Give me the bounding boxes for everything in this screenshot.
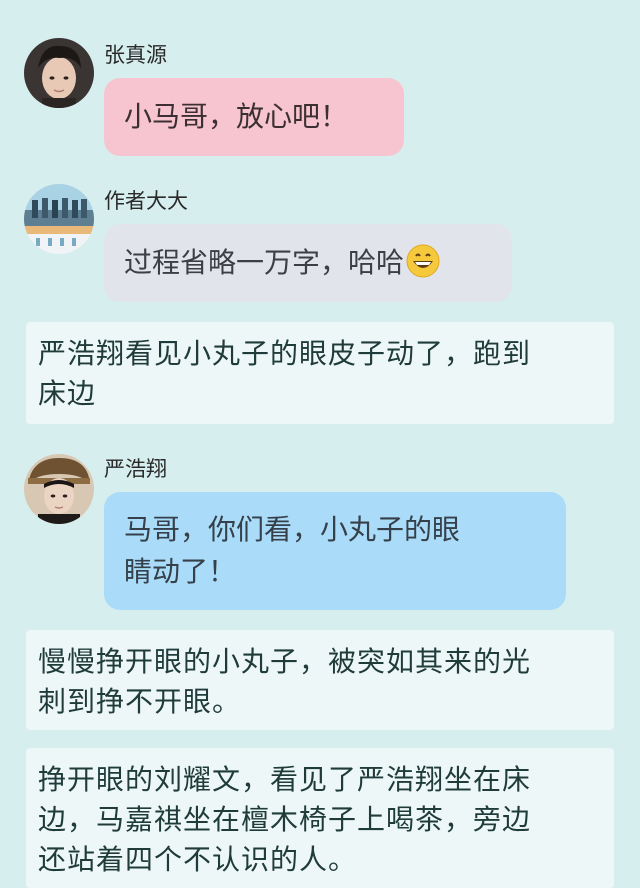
message-text: 过程省略一万字，哈哈 — [124, 246, 405, 279]
avatar-yan[interactable] — [24, 454, 94, 524]
message-text-line: 睛动了！ — [124, 555, 237, 588]
narration-box-2: 慢慢挣开眼的小丸子，被突如其来的光 刺到挣不开眼。 — [26, 630, 614, 730]
narration-line: 边，马嘉祺坐在檀木椅子上喝茶，旁边 — [38, 803, 532, 836]
narration-line: 床边 — [38, 377, 97, 410]
person-portrait-icon — [24, 454, 94, 524]
narration-line: 挣开眼的刘耀文，看见了严浩翔坐在床 — [38, 763, 532, 796]
message-text: 小马哥，放心吧！ — [124, 100, 349, 133]
narration-line: 严浩翔看见小丸子的眼皮子动了，跑到 — [38, 337, 532, 370]
grinning-face-icon — [406, 244, 440, 278]
message-text-line: 马哥，你们看，小丸子的眼 — [124, 513, 461, 546]
avatar-author[interactable] — [24, 184, 94, 254]
narration-line: 还站着四个不认识的人。 — [38, 843, 358, 876]
message-bubble[interactable]: 过程省略一万字，哈哈 — [104, 224, 512, 302]
sender-name: 作者大大 — [104, 189, 188, 213]
chat-story-page: 张真源 小马哥，放心吧！ 作者大大 过程省略一万字，哈哈 严浩翔看见小丸子的眼皮… — [0, 0, 640, 888]
person-portrait-icon — [24, 38, 94, 108]
narration-box-3: 挣开眼的刘耀文，看见了严浩翔坐在床 边，马嘉祺坐在檀木椅子上喝茶，旁边 还站着四… — [26, 748, 614, 888]
sender-name: 严浩翔 — [104, 457, 167, 481]
narration-box-1: 严浩翔看见小丸子的眼皮子动了，跑到 床边 — [26, 322, 614, 424]
narration-line: 刺到挣不开眼。 — [38, 685, 242, 718]
message-bubble[interactable]: 小马哥，放心吧！ — [104, 78, 404, 156]
avatar-zhang[interactable] — [24, 38, 94, 108]
group-photo-icon — [24, 184, 94, 254]
message-bubble[interactable]: 马哥，你们看，小丸子的眼 睛动了！ — [104, 492, 566, 610]
sender-name: 张真源 — [104, 43, 167, 67]
narration-line: 慢慢挣开眼的小丸子，被突如其来的光 — [38, 645, 532, 678]
